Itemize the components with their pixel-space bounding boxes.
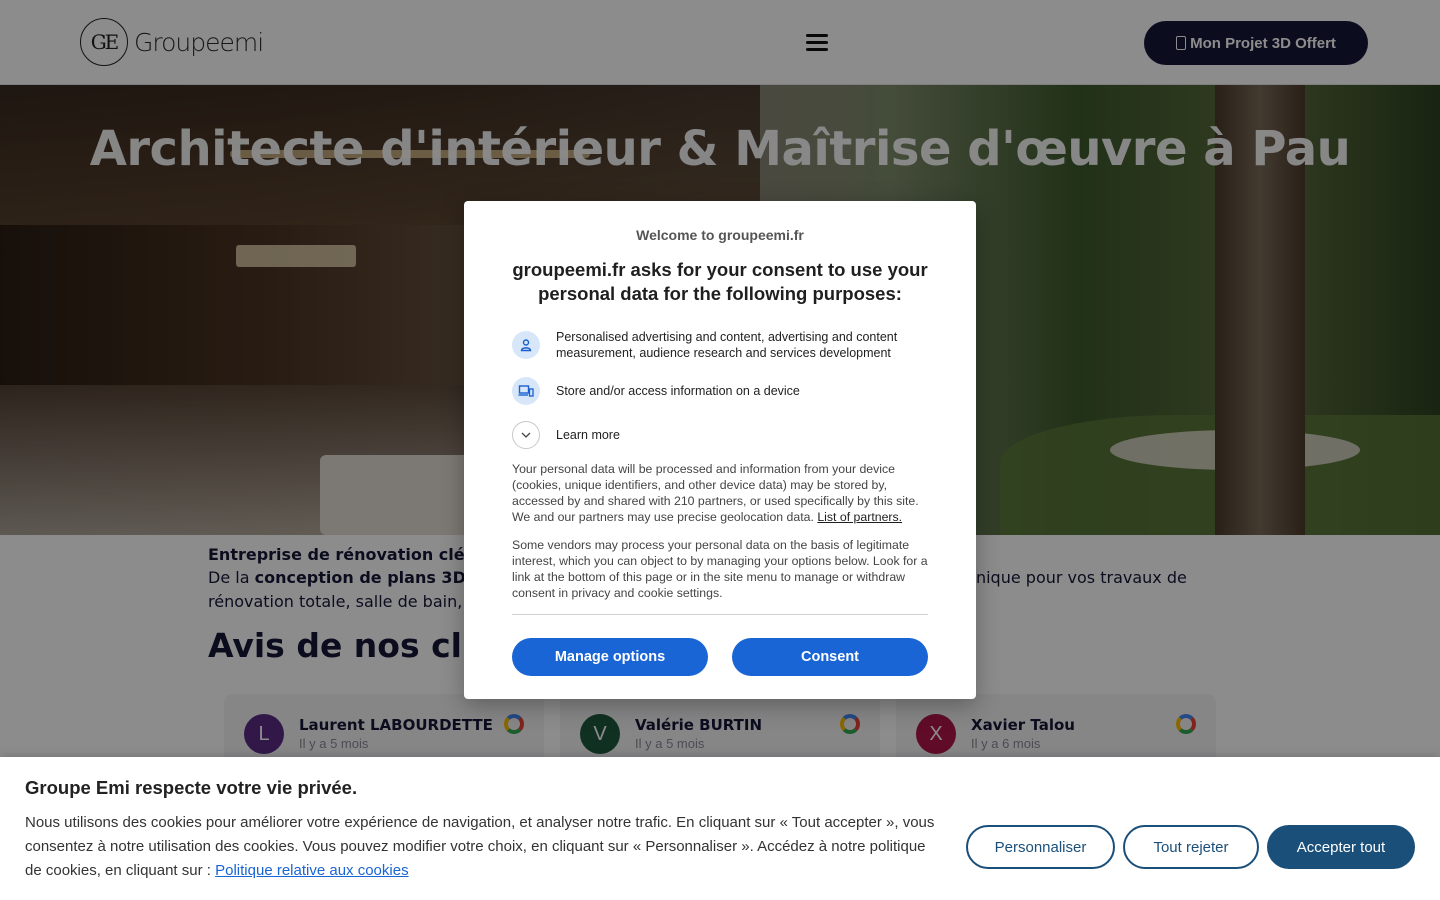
cookie-policy-link[interactable]: Politique relative aux cookies xyxy=(215,862,408,879)
person-icon xyxy=(512,331,540,359)
chevron-down-icon xyxy=(512,421,540,449)
reject-all-button[interactable]: Tout rejeter xyxy=(1123,825,1259,869)
cookie-banner: Groupe Emi respecte votre vie privée. No… xyxy=(0,757,1440,900)
consent-heading: groupeemi.fr asks for your consent to us… xyxy=(512,259,928,304)
accept-all-button[interactable]: Accepter tout xyxy=(1267,825,1415,869)
purpose-item: Personalised advertising and content, ad… xyxy=(512,329,928,361)
cookie-banner-title: Groupe Emi respecte votre vie privée. xyxy=(25,777,358,798)
divider xyxy=(512,614,928,615)
manage-options-button[interactable]: Manage options xyxy=(512,638,708,676)
partners-link[interactable]: List of partners. xyxy=(817,510,902,524)
consent-body-2: Some vendors may process your personal d… xyxy=(512,538,928,600)
purpose-text: Store and/or access information on a dev… xyxy=(556,384,800,398)
consent-welcome: Welcome to groupeemi.fr xyxy=(636,227,804,243)
learn-more-label: Learn more xyxy=(556,428,620,442)
consent-body-1: Your personal data will be processed and… xyxy=(512,461,928,525)
consent-dialog: Welcome to groupeemi.fr groupeemi.fr ask… xyxy=(464,201,976,699)
devices-icon xyxy=(512,377,540,405)
learn-more-toggle[interactable]: Learn more xyxy=(512,421,928,449)
customize-button[interactable]: Personnaliser xyxy=(966,825,1115,869)
cookie-banner-text: Nous utilisons des cookies pour améliore… xyxy=(25,811,935,883)
purpose-item: Store and/or access information on a dev… xyxy=(512,377,928,405)
purpose-text: Personalised advertising and content, ad… xyxy=(556,330,898,360)
cookie-banner-text-body: Nous utilisons des cookies pour améliore… xyxy=(25,814,935,879)
consent-button[interactable]: Consent xyxy=(732,638,928,676)
